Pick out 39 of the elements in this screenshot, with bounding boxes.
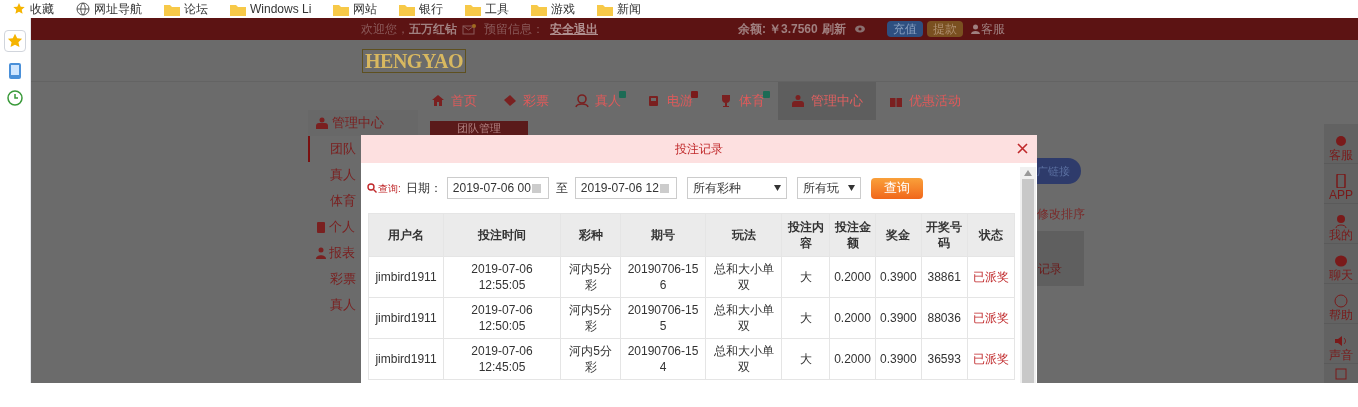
table-cell: 2019-07-06 12:55:05 [443, 256, 561, 298]
username: 五万红钻 [409, 21, 457, 38]
table-cell: 20190706-156 [620, 256, 706, 298]
table-cell: 河内5分彩 [560, 256, 621, 298]
table-cell: 20190706-155 [620, 297, 706, 339]
table-cell: jimbird1911 [368, 256, 444, 298]
to-label: 至 [555, 180, 568, 197]
balance-amount: ￥3.7560 [769, 21, 818, 38]
status-text: 已派奖 [967, 256, 1015, 298]
balance-label: 余额: [738, 21, 766, 38]
table-cell: 河内5分彩 [560, 297, 621, 339]
table-cell: 2019-07-06 12:50:05 [443, 297, 561, 339]
table-cell: 大 [781, 297, 830, 339]
table-cell: 总和大小单双 [705, 338, 782, 380]
table-cell: 2019-07-06 12:45:05 [443, 338, 561, 380]
table-cell: 36593 [921, 338, 968, 380]
notice-label: 预留信息： [484, 21, 544, 38]
table-cell: 0.3900 [875, 297, 922, 339]
date-label: 日期： [405, 180, 442, 197]
table-cell: 0.3900 [875, 338, 922, 380]
table-cell: 河内5分彩 [560, 338, 621, 380]
table-cell: 38861 [921, 256, 968, 298]
table-cell: jimbird1911 [368, 338, 444, 380]
table-cell: 大 [781, 256, 830, 298]
table-cell: 88036 [921, 297, 968, 339]
table-cell: 20190706-154 [620, 338, 706, 380]
table-cell: 0.2000 [829, 297, 876, 339]
table-cell: 0.2000 [829, 338, 876, 380]
modal-title: 投注记录 [675, 141, 723, 158]
table-cell: 0.3900 [875, 256, 922, 298]
table-cell: 总和大小单双 [705, 297, 782, 339]
query-label: 查询: [367, 180, 401, 196]
table-cell: 总和大小单双 [705, 256, 782, 298]
welcome-text: 欢迎您， [361, 21, 409, 38]
table-cell: 大 [781, 338, 830, 380]
table-cell: 0.2000 [829, 256, 876, 298]
table-cell: jimbird1911 [368, 297, 444, 339]
status-text: 已派奖 [967, 338, 1015, 380]
status-text: 已派奖 [967, 297, 1015, 339]
